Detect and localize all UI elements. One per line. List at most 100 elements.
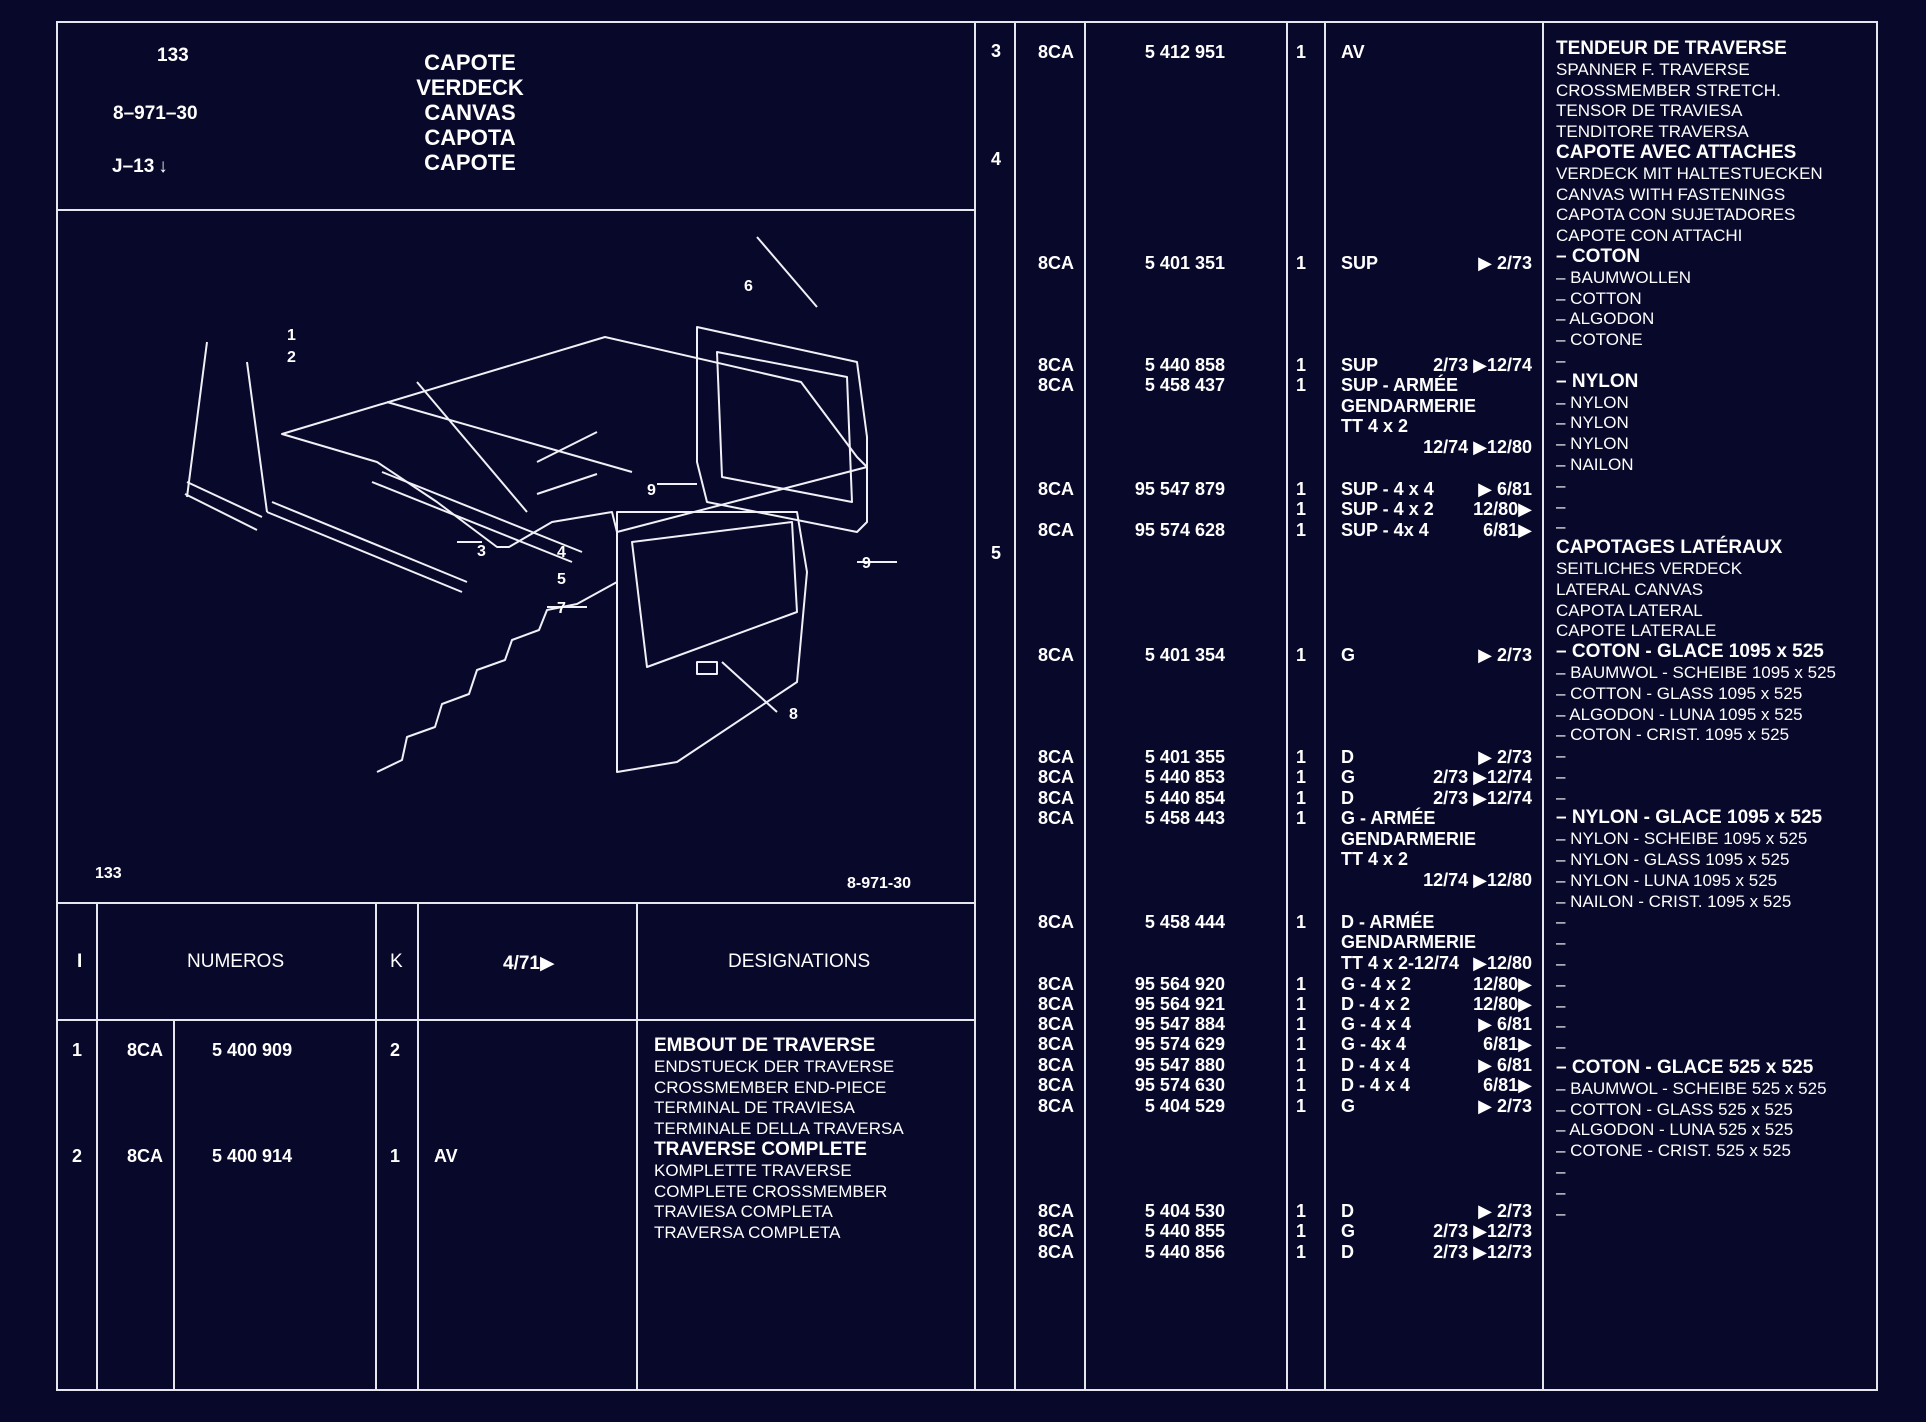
part-number: 5 400 909 [212,1040,293,1060]
position: SUP - 4 x 2 [1341,499,1434,519]
designation-en: CROSSMEMBER END-PIECE [654,1077,887,1097]
part-code: 8CA [1038,375,1075,395]
crossmember-3b [371,481,573,563]
designation-fr: EMBOUT DE TRAVERSE [654,1035,876,1056]
callout-8: 8 [789,706,798,723]
end-piece-1 [186,481,263,518]
position: SUP [1341,355,1379,375]
designation-line: TENDITORE TRAVERSA [1556,122,1749,142]
callout-3: 3 [477,543,486,560]
part-code: 8CA [127,1040,164,1060]
date-range: ▶ 2/73 [1478,645,1532,665]
date-range: ▶ 2/73 [1478,253,1532,273]
arrow-down-icon: ↓ [158,156,168,177]
part-number: 95 574 628 [1134,520,1225,540]
part-number: 95 574 629 [1134,1034,1225,1054]
designation-line: VERDECK MIT HALTESTUECKEN [1556,163,1823,183]
designation-line: – ALGODON - LUNA 1095 x 525 [1556,704,1803,724]
designation-line: – [1556,517,1566,537]
quantity: 1 [1296,42,1307,62]
quantity: 1 [1296,355,1307,375]
part-code: 8CA [1038,1221,1075,1241]
designation-line: – NYLON [1556,392,1629,412]
position: G [1341,645,1356,665]
callout-9b: 9 [862,555,871,572]
designation-line: – [1556,787,1566,807]
designation-line: – [1556,496,1566,516]
part-code: 8CA [1038,355,1075,375]
date-range: 6/81▶ [1483,1075,1532,1095]
designation-line: – NYLON - GLACE 1095 x 525 [1556,807,1823,829]
date-range: 12/80▶ [1473,974,1532,994]
part-code: 8CA [1038,1201,1075,1221]
designation-line: – BAUMWOL - SCHEIBE 525 x 525 [1556,1078,1827,1098]
callout-4: 4 [557,544,566,561]
clip-8 [696,661,718,675]
designation-line: – COTON - GLACE 1095 x 525 [1556,641,1824,663]
designation-line: – NYLON - LUNA 1095 x 525 [1556,870,1778,890]
designation-line: – NAILON [1556,454,1634,474]
position: AV [434,1146,458,1166]
col-header-designations: DESIGNATIONS [728,951,871,972]
sub-reference: J–13 ↓ [112,156,168,177]
position: G - 4x 4 [1341,1034,1407,1054]
position: TT 4 x 2-12/74 [1341,953,1460,973]
leader-1 [186,341,208,498]
quantity: 1 [1296,253,1307,273]
designation-line: – [1556,1037,1566,1057]
designation-it: TERMINALE DELLA TRAVERSA [654,1119,904,1139]
part-code: 8CA [1038,1075,1075,1095]
date-range: ▶ 6/81 [1478,1055,1532,1075]
callout-2: 2 [287,349,296,366]
part-code: 8CA [127,1146,164,1166]
designation-line: – ALGODON [1556,309,1655,329]
designation-line: – NYLON - GLASS 1095 x 525 [1556,850,1790,870]
crossmember-3 [381,471,583,553]
position: GENDARMERIE [1341,396,1477,416]
date-range: 2/73 ▶12/73 [1433,1221,1532,1241]
leader-8 [721,661,778,713]
quantity: 1 [1296,1221,1307,1241]
title-es: CAPOTA [424,125,516,150]
side-window-glass [631,521,798,668]
callout-1: 1 [287,327,296,344]
date-range: 6/81▶ [1483,1034,1532,1054]
designation-line: – [1556,746,1566,766]
designation-line: – COTON - GLACE 525 x 525 [1556,1057,1814,1079]
leader-6 [756,236,818,308]
designation-en: COMPLETE CROSSMEMBER [654,1181,888,1201]
part-code: 8CA [1038,808,1075,828]
designation-line: – BAUMWOLLEN [1556,267,1692,287]
date-range: 2/73 ▶12/74 [1433,767,1532,787]
figure-corner-right: 8-971-30 [847,875,911,892]
designation-line: – NYLON - SCHEIBE 1095 x 525 [1556,829,1808,849]
designation-line: – [1556,1016,1566,1036]
right-designations: TENDEUR DE TRAVERSE SPANNER F. TRAVERSE CR… [1556,38,1836,1224]
designation-line: SPANNER F. TRAVERSE [1556,59,1750,79]
designation-line: – [1556,933,1566,953]
item-number-3: 3 [991,41,1002,61]
position: G - 4 x 2 [1341,974,1412,994]
exploded-drawing: 1 2 3 4 5 6 7 8 9 9 133 8-971-30 [95,236,911,892]
quantity: 1 [1296,1014,1307,1034]
position: TT 4 x 2 [1341,849,1409,869]
quantity: 1 [1296,645,1307,665]
quantity: 1 [1296,520,1307,540]
designation: TRAVERSE COMPLETE KOMPLETTE TRAVERSE COM… [654,1139,888,1244]
date-range: ▶ 6/81 [1478,479,1532,499]
page-number: 133 [157,45,189,66]
part-number: 5 400 914 [212,1146,293,1166]
crossmember-5b [266,511,463,593]
position: D - ARMÉE [1341,912,1435,932]
designation-line: – COTON [1556,245,1641,267]
designation-es: TRAVIESA COMPLETA [654,1202,833,1222]
position: G [1341,767,1356,787]
designation-line: – COTTON [1556,288,1642,308]
callout-6: 6 [744,278,753,295]
date-range: 12/80▶ [1473,994,1532,1014]
position: G - 4 x 4 [1341,1014,1412,1034]
part-number: 5 404 530 [1144,1201,1225,1221]
roof-seam [386,401,633,473]
part-number: 5 440 854 [1144,788,1225,808]
col-header-i: I [77,951,83,972]
